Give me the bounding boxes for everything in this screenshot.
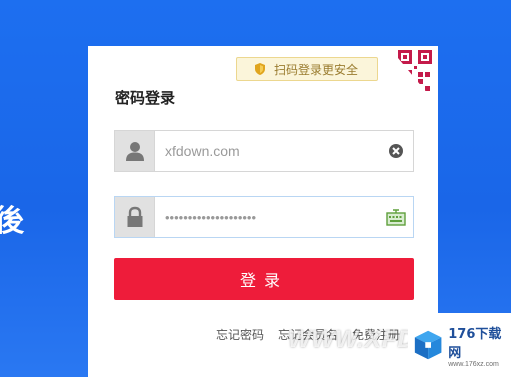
logo-sub-text: www.176xz.com [448,360,499,368]
keyboard-icon[interactable] [386,208,406,226]
password-input[interactable]: •••••••••••••••••••• [155,210,379,225]
password-field[interactable]: •••••••••••••••••••• [114,196,414,238]
background-glyph: 後 [0,204,24,239]
forgot-password-link[interactable]: 忘记密码 [216,326,264,343]
username-input[interactable]: xfdown.com [155,143,379,159]
username-field[interactable]: xfdown.com [114,130,414,172]
site-logo: 176下载网 www.176xz.com [408,313,511,377]
page-title: 密码登录 [115,89,176,107]
cube-logo-icon [414,330,442,360]
clear-icon[interactable] [388,143,404,159]
qr-code-icon [388,46,438,106]
qr-login-tip[interactable]: 扫码登录更安全 [236,57,378,81]
lock-icon [115,197,155,237]
shield-icon [255,63,265,75]
login-button[interactable]: 登录 [114,258,414,300]
qr-code-switch[interactable] [388,46,438,106]
user-icon [115,131,155,171]
logo-main-text: 176下载网 [448,326,502,361]
qr-tip-text: 扫码登录更安全 [274,62,359,77]
